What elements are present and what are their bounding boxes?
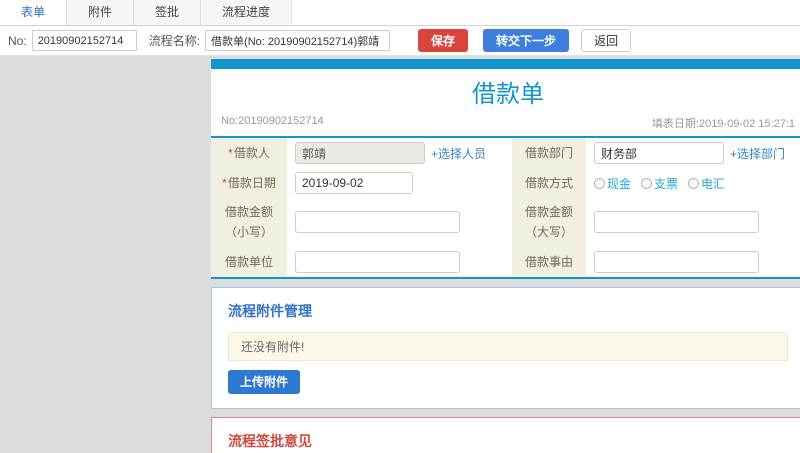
tab-progress[interactable]: 流程进度 [201,0,293,25]
attachments-panel: 流程附件管理 还没有附件! 上传附件 [211,286,800,409]
radio-cash[interactable]: 现金 [594,175,631,192]
department-input[interactable] [594,142,724,164]
form-meta-row: No:20190902152714 填表日期:2019-09-02 15:27:… [211,111,800,136]
loan-unit-label: 借款单位 [211,246,287,277]
attachments-heading: 流程附件管理 [228,302,312,319]
amount-lowercase-input[interactable] [295,211,460,234]
amount-uppercase-label: 借款金额（大写） [512,198,586,247]
tab-form[interactable]: 表单 [0,0,68,25]
loan-method-radio-group: 现金 支票 电汇 [594,175,725,192]
borrower-input[interactable] [295,142,425,164]
page-content: 借款单 No:20190902152714 填表日期:2019-09-02 15… [0,56,800,453]
upload-attachment-button[interactable]: 上传附件 [228,369,301,394]
loan-form-table: *借款人 +选择人员 借款部门 +选择部门 *借款日期 借款方式 [211,136,800,279]
select-department-link[interactable]: +选择部门 [730,145,785,162]
back-button[interactable]: 返回 [581,29,632,52]
no-input[interactable] [31,30,137,51]
loan-date-label: *借款日期 [211,168,287,198]
tab-bar: 表单 附件 签批 流程进度 [0,0,800,26]
loan-form-panel: 借款单 No:20190902152714 填表日期:2019-09-02 15… [211,59,800,279]
form-fill-date: 填表日期:2019-09-02 15:27:1 [651,118,795,130]
borrower-label: *借款人 [211,138,287,168]
amount-uppercase-input[interactable] [594,211,759,234]
amount-lowercase-label: 借款金额（小写） [211,198,287,247]
approval-comments-panel: 流程签批意见 B I abc [211,416,800,453]
radio-icon [688,177,700,189]
approval-heading: 流程签批意见 [228,432,312,449]
panel-top-accent-bar [211,59,800,69]
process-name-label: 流程名称: [148,34,201,48]
department-label: 借款部门 [512,138,586,168]
no-label: No: [8,33,27,48]
loan-date-input[interactable] [295,172,413,194]
process-name-input[interactable] [205,30,391,51]
loan-reason-label: 借款事由 [512,246,586,277]
loan-method-label: 借款方式 [512,168,586,198]
form-title: 借款单 [472,81,544,108]
radio-cheque[interactable]: 支票 [641,175,678,192]
radio-icon [594,177,605,189]
no-attachments-alert: 还没有附件! [228,331,788,361]
form-number: No:20190902152714 [221,115,324,127]
tab-attachments[interactable]: 附件 [67,0,135,25]
loan-unit-input[interactable] [295,250,460,273]
radio-icon [641,177,653,189]
save-button[interactable]: 保存 [418,29,469,52]
required-mark: * [222,175,227,190]
select-person-link[interactable]: +选择人员 [431,145,486,162]
radio-wire[interactable]: 电汇 [688,175,725,192]
loan-reason-input[interactable] [594,250,759,273]
required-mark: * [228,145,233,160]
action-toolbar: No: 流程名称: 保存 转交下一步 返回 [0,26,800,56]
tab-approval[interactable]: 签批 [134,0,202,25]
forward-next-step-button[interactable]: 转交下一步 [483,29,570,52]
